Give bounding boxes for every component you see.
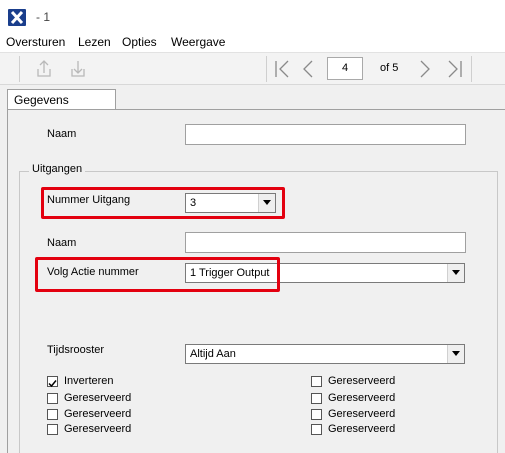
checkmark-icon	[48, 380, 57, 388]
import-icon[interactable]	[67, 58, 89, 80]
checkbox-label: Gereserveerd	[64, 408, 132, 420]
page-number-input[interactable]: 4	[327, 57, 363, 80]
window-title: - 1	[36, 10, 51, 24]
menu-lezen[interactable]: Lezen	[78, 35, 111, 49]
tijdsrooster-label: Tijdsrooster	[47, 344, 105, 356]
toolbar-separator	[471, 56, 472, 82]
checkbox-label: Gereserveerd	[328, 408, 396, 420]
menu-opties[interactable]: Opties	[122, 35, 157, 49]
gereserveerd-checkbox[interactable]	[47, 424, 58, 435]
output-naam-input[interactable]	[185, 232, 466, 253]
gereserveerd-checkbox[interactable]	[311, 424, 322, 435]
dropdown-arrow-icon[interactable]	[447, 345, 464, 363]
toolbar-separator	[19, 56, 20, 82]
uitgangen-group-title: Uitgangen	[29, 163, 86, 175]
tab-strip: Gegevens Centrale	[0, 85, 505, 121]
app-logo-icon	[8, 9, 26, 26]
checkbox-label: Gereserveerd	[328, 392, 396, 404]
toolbar: 4 of 5	[0, 53, 505, 85]
checkbox-label: Gereserveerd	[64, 423, 132, 435]
gereserveerd-checkbox[interactable]	[311, 409, 322, 420]
highlight-volg-actie	[35, 257, 280, 292]
inverteren-checkbox[interactable]	[47, 376, 58, 388]
gereserveerd-checkbox[interactable]	[47, 393, 58, 404]
gereserveerd-checkbox[interactable]	[47, 409, 58, 420]
gereserveerd-checkbox[interactable]	[311, 393, 322, 404]
menu-oversturen[interactable]: Oversturen	[6, 35, 65, 49]
dropdown-arrow-icon[interactable]	[447, 264, 464, 282]
toolbar-separator	[266, 56, 267, 82]
title-bar: - 1	[0, 0, 505, 33]
checkbox-label: Inverteren	[64, 375, 114, 387]
menu-bar: Oversturen Lezen Opties Weergave	[0, 33, 505, 53]
last-page-icon[interactable]	[443, 58, 465, 80]
next-page-icon[interactable]	[414, 58, 436, 80]
output-naam-label: Naam	[47, 237, 77, 249]
checkbox-label: Gereserveerd	[328, 375, 396, 387]
first-page-icon[interactable]	[272, 58, 294, 80]
naam-input[interactable]	[185, 124, 466, 145]
tijdsrooster-value: Altijd Aan	[190, 348, 236, 360]
menu-weergave[interactable]: Weergave	[171, 35, 225, 49]
previous-page-icon[interactable]	[297, 58, 319, 80]
checkbox-label: Gereserveerd	[64, 392, 132, 404]
naam-label: Naam	[47, 128, 77, 140]
tab-gegevens-centrale[interactable]: Gegevens Centrale	[7, 89, 116, 121]
tijdsrooster-select[interactable]: Altijd Aan	[185, 344, 465, 364]
export-icon[interactable]	[33, 58, 55, 80]
checkbox-label: Gereserveerd	[328, 423, 396, 435]
highlight-nummer-uitgang	[41, 187, 285, 219]
gereserveerd-checkbox[interactable]	[311, 376, 322, 387]
page-count-label: of 5	[380, 62, 399, 74]
